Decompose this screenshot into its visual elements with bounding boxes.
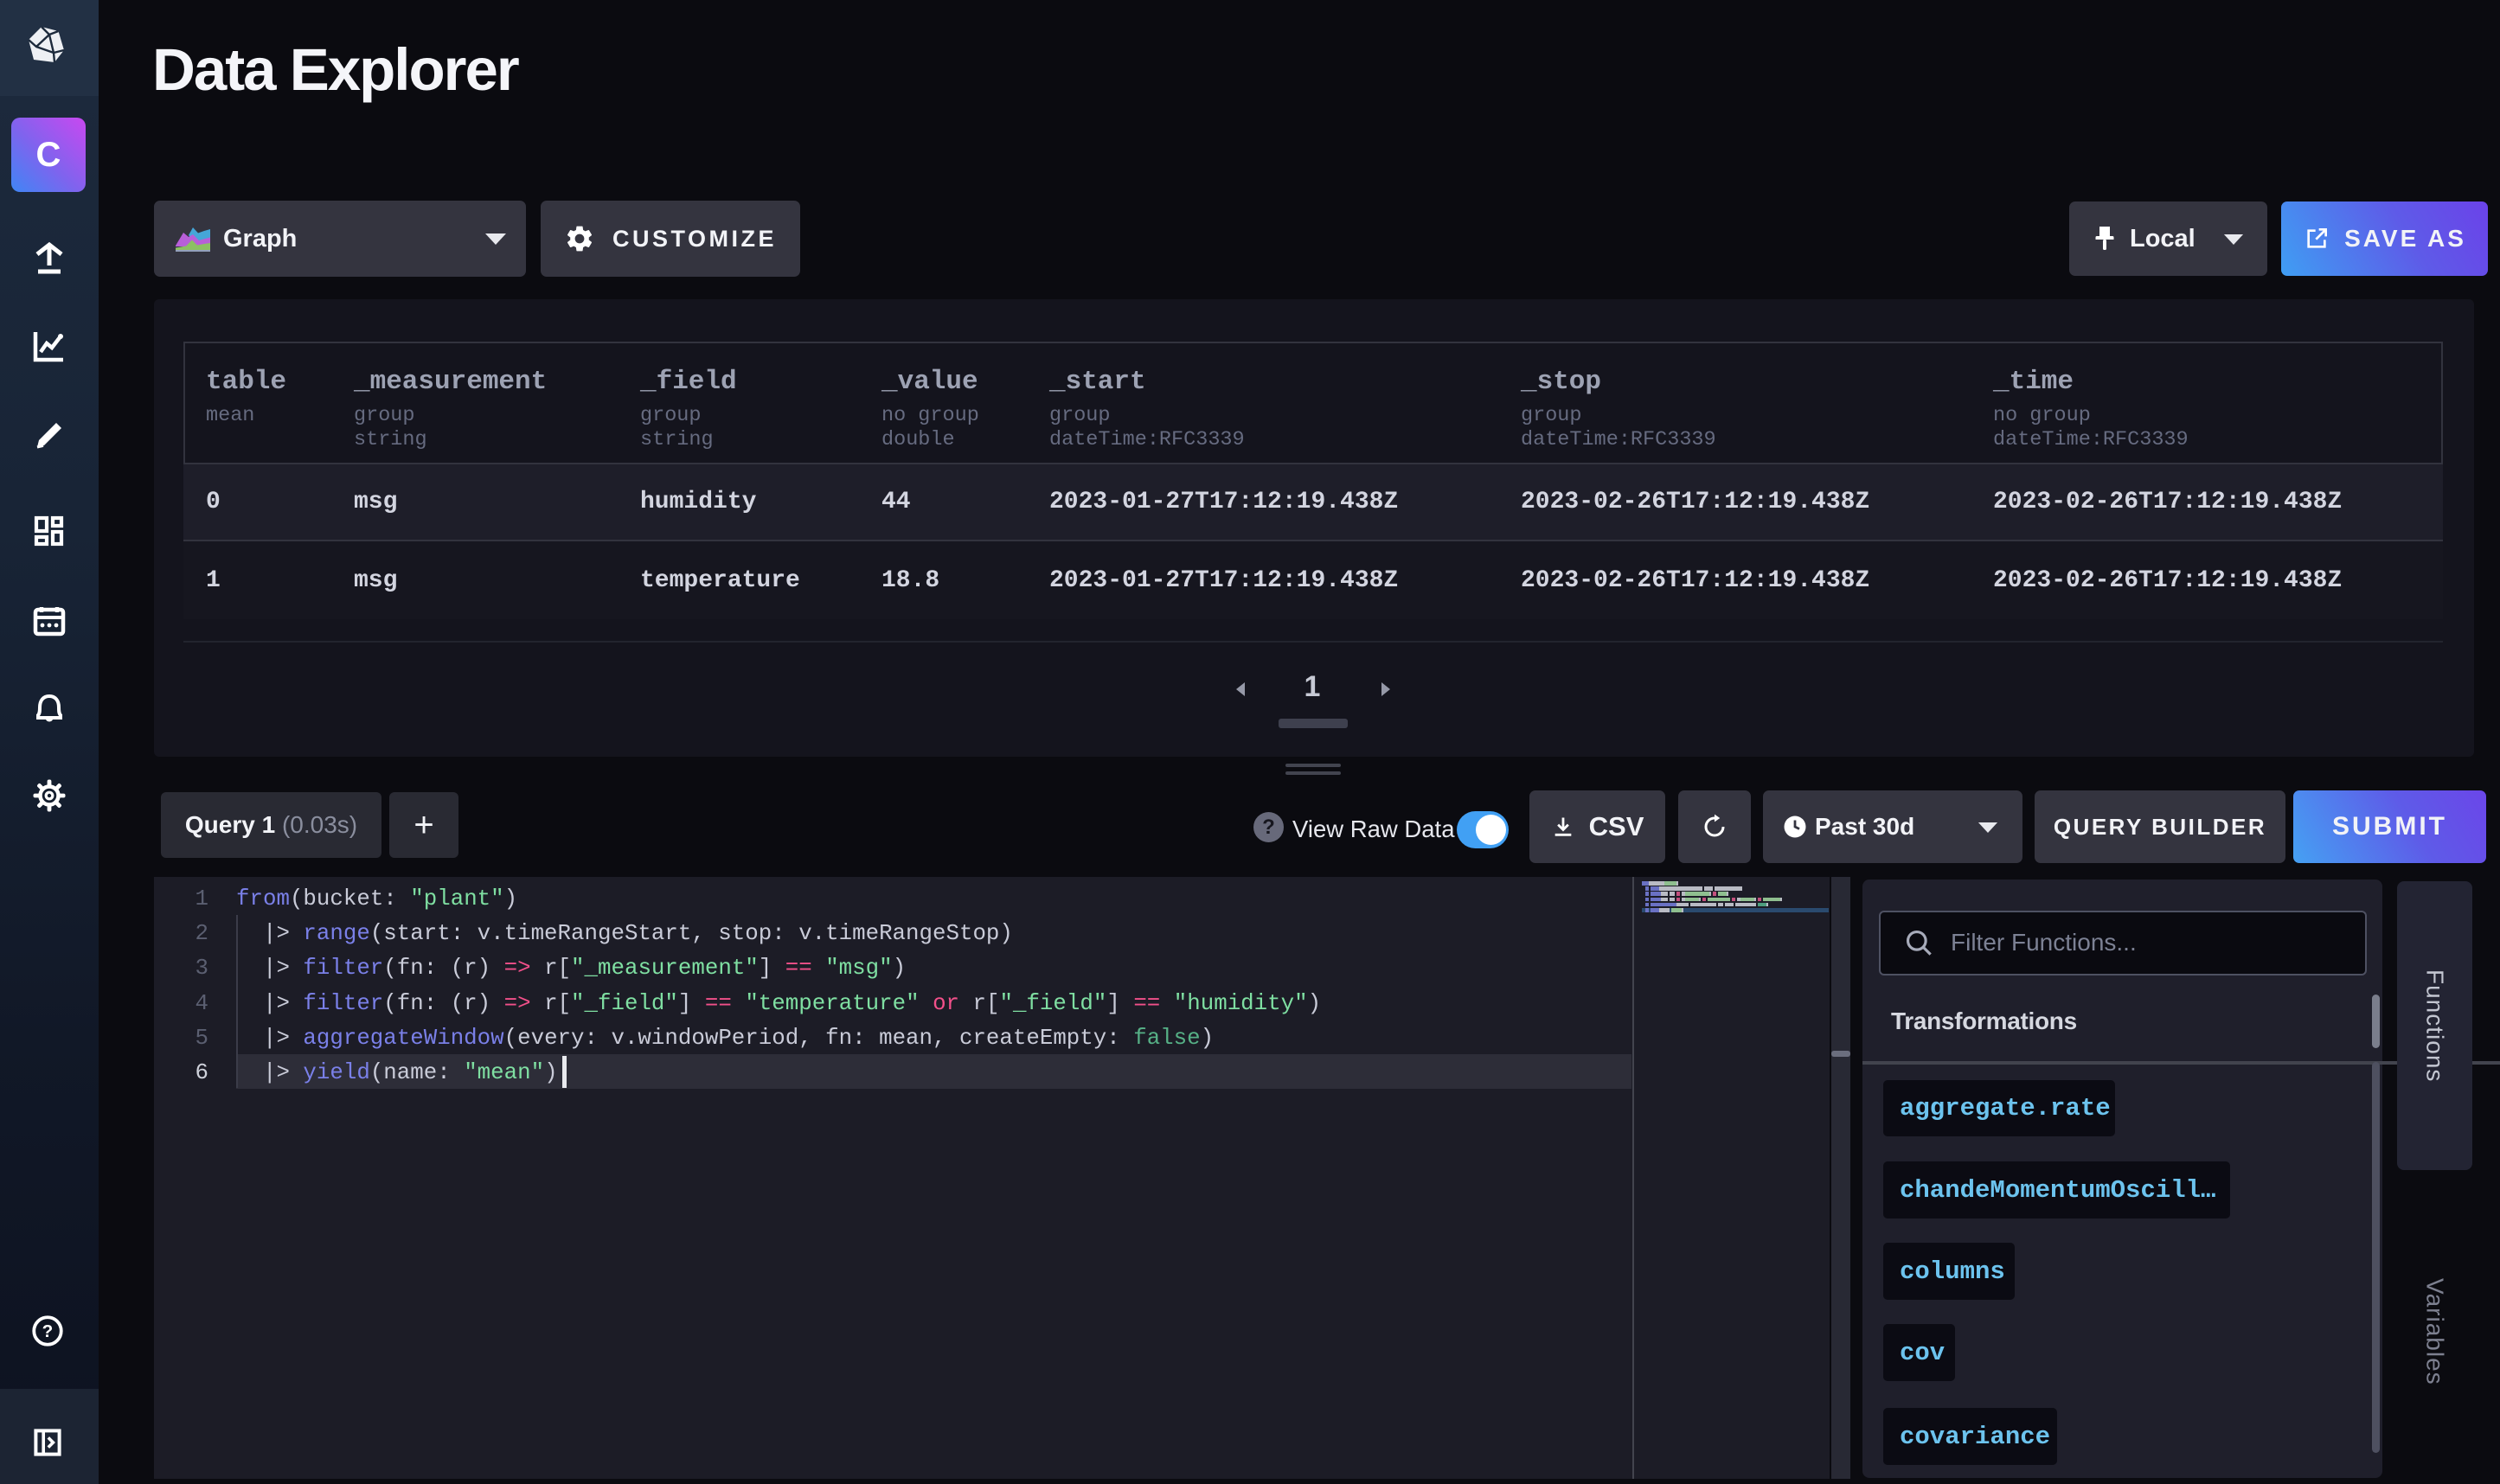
svg-text:?: ? (42, 1321, 54, 1341)
